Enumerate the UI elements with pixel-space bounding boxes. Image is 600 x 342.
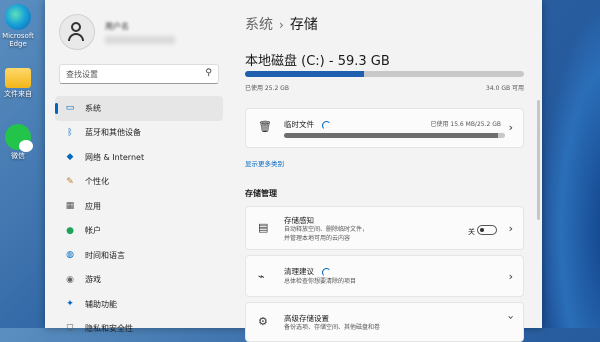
temp-files-size: 已使用 15.6 MB/25.2 GB xyxy=(430,121,501,128)
main-content: 系统 › 存储 本地磁盘 (C:) - 59.3 GB 已使用 25.2 GB 34… xyxy=(245,0,542,342)
temp-files-title: 临时文件 xyxy=(284,119,331,130)
sidebar: 用户名 ⚲ ▭ 系统 ᛒ 蓝牙和其他设备 ◆ 网络 & Internet ✎ xyxy=(45,0,230,334)
sidebar-item-accessibility[interactable]: ✦ 辅助功能 xyxy=(55,292,223,317)
sidebar-item-label: 个性化 xyxy=(85,177,109,187)
storage-sense-title: 存储感知 xyxy=(284,216,314,225)
avatar xyxy=(59,14,95,50)
disk-usage-fill xyxy=(245,71,364,77)
sidebar-item-label: 网络 & Internet xyxy=(85,152,145,162)
sidebar-item-gaming[interactable]: ◉ 游戏 xyxy=(55,268,223,293)
desktop-icon-label: 文件来自 xyxy=(4,90,32,98)
sidebar-item-label: 隐私和安全性 xyxy=(85,324,133,334)
trash-icon: 🗑 xyxy=(258,120,272,133)
advanced-title: 高级存储设置 xyxy=(284,314,329,323)
sidebar-item-label: 游戏 xyxy=(85,275,101,285)
page-title: 存储 xyxy=(289,17,318,33)
advanced-storage-card[interactable]: ⚙ 高级存储设置 备份选项、存储空间、其他磁盘和卷 › xyxy=(245,302,524,342)
sidebar-item-label: 辅助功能 xyxy=(85,299,117,309)
storage-sense-desc-2: 并管理本地可用的云内容 xyxy=(284,235,351,242)
temp-usage-fill xyxy=(284,133,499,138)
search-input[interactable] xyxy=(60,68,198,80)
sidebar-item-label: 系统 xyxy=(85,103,101,113)
search-box[interactable]: ⚲ xyxy=(59,64,219,84)
sidebar-item-label: 蓝牙和其他设备 xyxy=(85,128,141,138)
scrollbar[interactable] xyxy=(537,100,540,220)
storage-sense-desc-1: 自动释放空间、删除临时文件， xyxy=(284,226,369,233)
sidebar-nav: ▭ 系统 ᛒ 蓝牙和其他设备 ◆ 网络 & Internet ✎ 个性化 ▦ 应… xyxy=(55,96,223,341)
storage-sense-toggle[interactable] xyxy=(477,225,497,235)
available-label: 34.0 GB 可用 xyxy=(486,85,524,92)
user-email-redacted xyxy=(105,35,175,44)
account-icon: ● xyxy=(66,225,74,236)
chevron-right-icon: › xyxy=(508,121,513,134)
desktop-icon-wechat[interactable]: 微信 xyxy=(0,124,36,160)
sidebar-item-system[interactable]: ▭ 系统 xyxy=(55,96,223,121)
user-profile[interactable]: 用户名 xyxy=(59,14,175,50)
cleanup-desc: 总体检查你想要清除的项目 xyxy=(284,278,357,285)
desktop-icon-label: Microsoft Edge xyxy=(2,32,34,49)
user-name: 用户名 xyxy=(105,21,129,31)
storage-icon: ▤ xyxy=(258,221,269,234)
broom-icon: ⌁ xyxy=(258,270,265,283)
chevron-right-icon: › xyxy=(508,270,513,283)
section-title: 存储管理 xyxy=(245,189,277,198)
wechat-icon xyxy=(5,124,33,152)
used-label: 已使用 25.2 GB xyxy=(245,85,289,92)
sidebar-item-privacy[interactable]: ⛉ 隐私和安全性 xyxy=(55,317,223,342)
bluetooth-icon: ᛒ xyxy=(67,127,73,138)
system-icon: ▭ xyxy=(65,103,75,114)
sidebar-item-time-language[interactable]: ◍ 时间和语言 xyxy=(55,243,223,268)
breadcrumb-parent[interactable]: 系统 xyxy=(245,17,273,33)
folder-icon xyxy=(5,68,31,88)
temp-files-label: 临时文件 xyxy=(284,120,314,129)
desktop-icon-edge[interactable]: Microsoft Edge xyxy=(0,4,36,48)
storage-sense-card[interactable]: ▤ 存储感知 自动释放空间、删除临时文件， 并管理本地可用的云内容 关 › xyxy=(245,206,524,250)
gear-icon: ⚙ xyxy=(258,315,268,328)
brush-icon: ✎ xyxy=(66,176,74,187)
sidebar-item-accounts[interactable]: ● 帐户 xyxy=(55,219,223,244)
accessibility-icon: ✦ xyxy=(66,299,74,310)
cleanup-label: 清理建议 xyxy=(284,267,314,276)
loading-spinner-icon xyxy=(322,267,331,277)
toggle-label: 关 xyxy=(468,228,475,236)
wifi-icon: ◆ xyxy=(66,152,74,163)
sidebar-item-label: 帐户 xyxy=(85,226,101,236)
sidebar-item-apps[interactable]: ▦ 应用 xyxy=(55,194,223,219)
cleanup-card[interactable]: ⌁ 清理建议 总体检查你想要清除的项目 › xyxy=(245,255,524,297)
sidebar-item-personalization[interactable]: ✎ 个性化 xyxy=(55,170,223,195)
sidebar-item-label: 时间和语言 xyxy=(85,250,125,260)
sidebar-item-network[interactable]: ◆ 网络 & Internet xyxy=(55,145,223,170)
temp-files-card[interactable]: 🗑 临时文件 已使用 15.6 MB/25.2 GB › xyxy=(245,108,524,148)
wallpaper xyxy=(540,0,600,328)
edge-icon xyxy=(5,4,31,30)
loading-spinner-icon xyxy=(322,120,331,130)
show-more-link[interactable]: 显示更多类别 xyxy=(245,158,284,168)
chevron-right-icon: › xyxy=(508,222,513,235)
gamepad-icon: ◉ xyxy=(66,274,74,285)
settings-window: 用户名 ⚲ ▭ 系统 ᛒ 蓝牙和其他设备 ◆ 网络 & Internet ✎ xyxy=(45,0,542,342)
temp-usage-bar xyxy=(284,133,505,138)
cleanup-title: 清理建议 xyxy=(284,266,331,277)
sidebar-item-bluetooth[interactable]: ᛒ 蓝牙和其他设备 xyxy=(55,121,223,146)
chevron-right-icon: › xyxy=(279,18,284,32)
apps-icon: ▦ xyxy=(65,201,75,212)
search-icon[interactable]: ⚲ xyxy=(205,68,212,78)
disk-title: 本地磁盘 (C:) - 59.3 GB xyxy=(245,54,390,69)
sidebar-item-label: 应用 xyxy=(85,201,101,211)
chevron-down-icon: › xyxy=(504,315,518,320)
disk-usage-bar xyxy=(245,71,524,77)
globe-icon: ◍ xyxy=(66,250,74,261)
desktop-icon-label: 微信 xyxy=(11,152,25,160)
desktop-icon-folder[interactable]: 文件来自 xyxy=(0,64,36,98)
breadcrumb: 系统 › 存储 xyxy=(245,14,318,34)
shield-icon: ⛉ xyxy=(66,323,74,334)
